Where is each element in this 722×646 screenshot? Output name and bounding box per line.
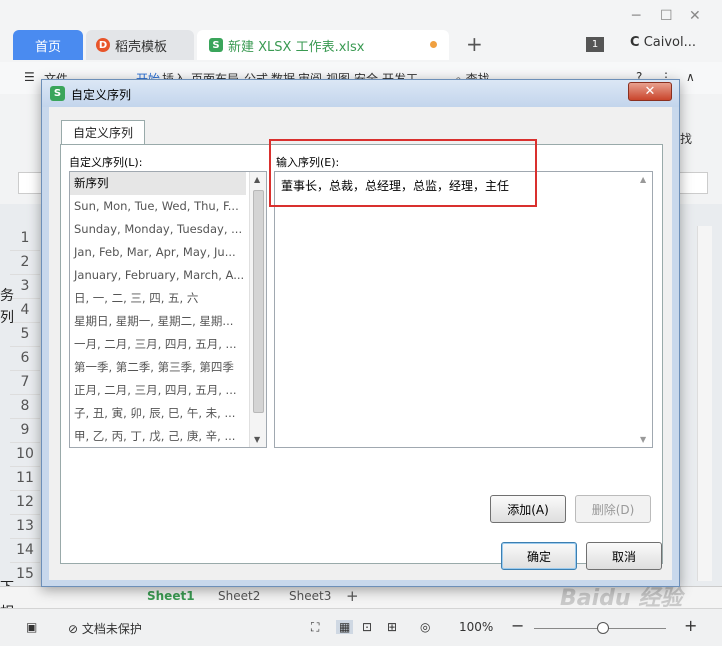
row-header[interactable]: 6 — [10, 346, 40, 371]
zoom-in-icon[interactable]: + — [684, 616, 697, 635]
row-header[interactable]: 12 — [10, 490, 40, 515]
scroll-up-icon[interactable]: ▲ — [640, 175, 646, 184]
list-item[interactable]: 日, 一, 二, 三, 四, 五, 六 — [70, 287, 246, 310]
unsaved-dot-icon — [430, 41, 437, 48]
row-header[interactable]: 8 — [10, 394, 40, 419]
scroll-down-icon[interactable]: ▼ — [640, 435, 646, 444]
list-item[interactable]: 星期日, 星期一, 星期二, 星期... — [70, 310, 246, 333]
protect-status[interactable]: ⊘ 文档未保护 — [68, 620, 142, 637]
row-header[interactable]: 10 — [10, 442, 40, 467]
row-header[interactable]: 9 — [10, 418, 40, 443]
list-label: 自定义序列(L): — [69, 156, 143, 169]
tab-home[interactable]: 首页 — [13, 30, 83, 60]
sheet-tab-1[interactable]: Sheet1 — [147, 589, 195, 603]
user-name: Caivol... — [643, 35, 696, 50]
tab-custom-list[interactable]: 自定义序列 — [61, 120, 145, 144]
custom-list-panel: 自定义序列(L): 输入序列(E): 新序列 Sun, Mon, Tue, We… — [60, 139, 663, 564]
add-button[interactable]: 添加(A) — [490, 495, 566, 523]
collapse-ribbon-icon[interactable]: ∧ — [686, 70, 695, 84]
user-avatar-icon: C — [630, 35, 640, 50]
protect-status-label: 文档未保护 — [81, 622, 142, 636]
close-window-icon[interactable]: ✕ — [689, 8, 701, 24]
list-scroll-thumb[interactable] — [253, 190, 264, 413]
sheet-tab-3[interactable]: Sheet3 — [289, 589, 331, 603]
dialog-title-bar: S 自定义序列 ✕ — [42, 80, 679, 107]
zoom-slider-handle[interactable] — [597, 622, 609, 634]
dialog-title: 自定义序列 — [71, 88, 132, 102]
wps-logo-icon: S — [50, 86, 65, 101]
find-label: 找 — [680, 132, 693, 146]
sheet-vertical-scrollbar[interactable] — [697, 226, 712, 581]
new-tab-icon[interactable]: + — [466, 32, 483, 56]
row-header[interactable]: 11 — [10, 466, 40, 491]
list-item[interactable]: Sunday, Monday, Tuesday, ... — [70, 218, 246, 241]
sequence-input[interactable]: 董事长，总裁，总经理，总监，经理，主任 ▲ ▼ — [274, 171, 653, 448]
list-item[interactable]: 新序列 — [70, 172, 246, 195]
tab-daoke-label: 稻壳模板 — [115, 39, 168, 55]
row-header[interactable]: 14 — [10, 538, 40, 563]
list-item[interactable]: January, February, March, A... — [70, 264, 246, 287]
list-item[interactable]: 甲, 乙, 丙, 丁, 戊, 己, 庚, 辛, ... — [70, 425, 246, 447]
row-header[interactable]: 5 — [10, 322, 40, 347]
row-header[interactable]: 7 — [10, 370, 40, 395]
hamburger-icon[interactable]: ☰ — [24, 70, 35, 84]
sheet-tab-2[interactable]: Sheet2 — [218, 589, 260, 603]
row-header[interactable]: 3 — [10, 274, 40, 299]
list-scrollbar[interactable]: ▲ ▼ — [249, 172, 266, 447]
custom-list-box[interactable]: 新序列 Sun, Mon, Tue, Wed, Thu, F... Sunday… — [69, 171, 267, 448]
window-count-badge[interactable]: 1 — [586, 37, 604, 52]
row-header[interactable]: 13 — [10, 514, 40, 539]
no-protect-icon: ⊘ — [68, 622, 79, 636]
status-bar: ▣ ⊘ 文档未保护 ⛶ ▦ ⊡ ⊞ ◎ 100% − + — [0, 608, 722, 646]
add-sheet-icon[interactable]: + — [346, 587, 359, 605]
zoom-level[interactable]: 100% — [459, 620, 493, 634]
side-text-task: 务 — [0, 288, 14, 304]
row-header[interactable]: 4 — [10, 298, 40, 323]
scroll-down-icon[interactable]: ▼ — [254, 435, 260, 444]
row-header[interactable]: 1 — [10, 226, 40, 251]
ok-button[interactable]: 确定 — [501, 542, 577, 570]
macro-icon[interactable]: ▣ — [26, 620, 37, 634]
title-bar: ─ ☐ ✕ 首页 D 稻壳模板 S 新建 XLSX 工作表.xlsx + 1 C… — [0, 0, 722, 62]
dialog-body: 自定义序列 自定义序列(L): 输入序列(E): 新序列 Sun, Mon, T… — [49, 107, 672, 580]
eye-protect-icon[interactable]: ◎ — [420, 620, 430, 634]
tab-daoke-templates[interactable]: D 稻壳模板 — [86, 30, 194, 60]
side-text-column: 列 — [0, 310, 14, 326]
dialog-close-button[interactable]: ✕ — [628, 82, 672, 101]
zoom-out-icon[interactable]: − — [511, 616, 524, 635]
delete-button[interactable]: 删除(D) — [575, 495, 651, 523]
tab-home-label: 首页 — [34, 39, 61, 55]
input-scrollbar[interactable]: ▲ ▼ — [636, 172, 652, 447]
list-item[interactable]: 正月, 二月, 三月, 四月, 五月, ... — [70, 379, 246, 402]
scroll-up-icon[interactable]: ▲ — [254, 175, 260, 184]
normal-view-icon[interactable]: ▦ — [336, 620, 354, 634]
list-item[interactable]: 一月, 二月, 三月, 四月, 五月, ... — [70, 333, 246, 356]
list-item[interactable]: Jan, Feb, Mar, Apr, May, Ju... — [70, 241, 246, 264]
maximize-icon[interactable]: ☐ — [660, 8, 673, 24]
cancel-button[interactable]: 取消 — [586, 542, 662, 570]
custom-list-dialog: S 自定义序列 ✕ 自定义序列 自定义序列(L): 输入序列(E): 新序列 S… — [41, 79, 680, 587]
spreadsheet-icon: S — [209, 38, 223, 52]
fullscreen-icon[interactable]: ⛶ — [311, 620, 319, 635]
tab-workbook-label: 新建 XLSX 工作表.xlsx — [228, 39, 365, 55]
user-account[interactable]: C Caivol... — [630, 35, 696, 50]
tab-workbook[interactable]: S 新建 XLSX 工作表.xlsx — [197, 30, 449, 60]
daoke-logo-icon: D — [96, 38, 110, 52]
page-break-view-icon[interactable]: ⊞ — [387, 620, 397, 634]
page-layout-view-icon[interactable]: ⊡ — [362, 620, 372, 634]
close-icon: ✕ — [644, 84, 656, 99]
list-item[interactable]: 第一季, 第二季, 第三季, 第四季 — [70, 356, 246, 379]
row-header[interactable]: 15 — [10, 562, 40, 587]
list-item[interactable]: 子, 丑, 寅, 卯, 辰, 巳, 午, 未, ... — [70, 402, 246, 425]
red-highlight-box — [269, 139, 537, 207]
minimize-icon[interactable]: ─ — [632, 8, 640, 24]
list-item[interactable]: Sun, Mon, Tue, Wed, Thu, F... — [70, 195, 246, 218]
row-header[interactable]: 2 — [10, 250, 40, 275]
